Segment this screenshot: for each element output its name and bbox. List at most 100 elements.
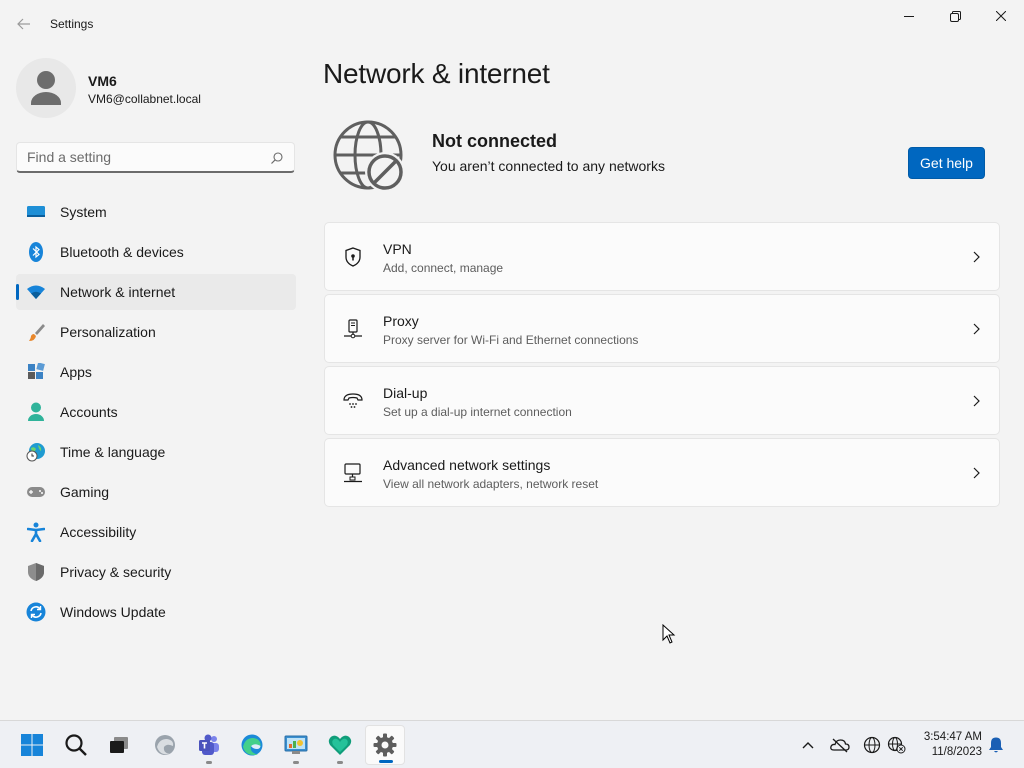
card-proxy[interactable]: Proxy Proxy server for Wi-Fi and Etherne… xyxy=(324,294,1000,363)
running-indicator xyxy=(293,761,299,764)
control-panel-icon xyxy=(284,735,308,754)
sidebar-item-network[interactable]: Network & internet xyxy=(16,274,296,310)
running-indicator xyxy=(337,761,343,764)
language-tray-button[interactable] xyxy=(862,735,882,755)
network-volume-tray-button[interactable] xyxy=(887,735,907,755)
search-icon xyxy=(271,152,283,164)
close-icon xyxy=(996,11,1006,21)
taskbar-app-defender[interactable] xyxy=(320,725,360,765)
show-hidden-icons-button[interactable] xyxy=(798,735,818,755)
settings-cards: VPN Add, connect, manage Proxy Proxy ser… xyxy=(324,222,1000,510)
back-button[interactable] xyxy=(10,12,38,36)
running-indicator xyxy=(206,761,212,764)
globe-disconnected-icon xyxy=(333,120,405,192)
shield-icon xyxy=(26,563,46,581)
minimize-button[interactable] xyxy=(886,0,932,32)
defender-heart-icon xyxy=(328,735,352,755)
taskbar-app-edge[interactable] xyxy=(232,725,272,765)
close-button[interactable] xyxy=(978,0,1024,32)
onedrive-tray-button[interactable] xyxy=(830,735,850,755)
wifi-icon xyxy=(26,283,46,301)
globe-icon xyxy=(863,736,881,754)
sidebar-item-label: Windows Update xyxy=(60,604,166,620)
taskbar-search-button[interactable] xyxy=(56,725,96,765)
user-name: VM6 xyxy=(88,73,117,89)
chevron-up-icon xyxy=(802,742,814,749)
system-clock[interactable]: 3:54:47 AM 11/8/2023 xyxy=(912,730,982,760)
dialup-icon xyxy=(343,391,363,411)
sidebar-item-label: Gaming xyxy=(60,484,110,500)
accessibility-icon xyxy=(26,522,46,542)
user-profile[interactable]: VM6 VM6@collabnet.local xyxy=(16,58,296,118)
start-button[interactable] xyxy=(12,725,52,765)
card-title: Advanced network settings xyxy=(383,457,551,473)
sidebar-item-label: Bluetooth & devices xyxy=(60,244,184,260)
card-description: View all network adapters, network reset xyxy=(383,477,599,491)
sidebar-item-apps[interactable]: Apps xyxy=(16,354,296,390)
globe-clock-icon xyxy=(26,443,46,462)
clock-time: 3:54:47 AM xyxy=(923,731,982,743)
card-description: Proxy server for Wi-Fi and Ethernet conn… xyxy=(383,333,639,347)
teams-icon xyxy=(199,734,219,755)
minimize-icon xyxy=(904,16,914,17)
onedrive-offline-icon xyxy=(830,738,850,753)
sidebar-nav: System Bluetooth & devices Network & int… xyxy=(16,194,296,634)
sidebar-item-accessibility[interactable]: Accessibility xyxy=(16,514,296,550)
taskbar-app-edge-beta[interactable] xyxy=(145,725,185,765)
settings-gear-icon xyxy=(373,733,397,757)
search-icon xyxy=(65,734,87,756)
edge-icon xyxy=(241,734,263,756)
sidebar-item-bluetooth[interactable]: Bluetooth & devices xyxy=(16,234,296,270)
card-advanced-network[interactable]: Advanced network settings View all netwo… xyxy=(324,438,1000,507)
task-view-icon xyxy=(110,737,128,753)
notification-button[interactable] xyxy=(986,735,1006,755)
restore-button[interactable] xyxy=(932,0,978,32)
vpn-shield-icon xyxy=(343,247,363,267)
active-indicator xyxy=(379,760,393,763)
edge-beta-icon xyxy=(155,735,175,755)
taskbar-app-settings[interactable] xyxy=(365,725,405,765)
user-avatar-icon xyxy=(31,71,61,105)
card-vpn[interactable]: VPN Add, connect, manage xyxy=(324,222,1000,291)
taskbar-app-control-panel[interactable] xyxy=(276,725,316,765)
sidebar-item-label: Apps xyxy=(60,364,92,380)
sidebar-item-system[interactable]: System xyxy=(16,194,296,230)
chevron-right-icon xyxy=(973,467,980,479)
avatar xyxy=(16,58,76,118)
back-arrow-icon xyxy=(17,18,30,30)
sidebar-item-label: Time & language xyxy=(60,444,166,460)
taskbar-app-teams[interactable] xyxy=(189,725,229,765)
search-box[interactable] xyxy=(16,142,295,173)
sidebar-item-privacy[interactable]: Privacy & security xyxy=(16,554,296,590)
sidebar-item-accounts[interactable]: Accounts xyxy=(16,394,296,430)
clock-date: 11/8/2023 xyxy=(931,746,982,758)
sidebar-item-windows-update[interactable]: Windows Update xyxy=(16,594,296,630)
card-title: VPN xyxy=(383,241,412,257)
brush-icon xyxy=(26,323,46,341)
card-dial-up[interactable]: Dial-up Set up a dial-up internet connec… xyxy=(324,366,1000,435)
bluetooth-icon xyxy=(26,242,46,262)
taskbar: 3:54:47 AM 11/8/2023 xyxy=(0,720,1024,768)
network-adapter-icon xyxy=(343,463,363,483)
user-email: VM6@collabnet.local xyxy=(88,92,201,106)
connection-status-title: Not connected xyxy=(432,131,558,151)
page-title: Network & internet xyxy=(323,58,550,89)
task-view-button[interactable] xyxy=(99,725,139,765)
sidebar-item-label: Personalization xyxy=(60,324,156,340)
app-title: Settings xyxy=(50,17,94,31)
mouse-cursor-icon xyxy=(662,624,676,644)
sidebar-item-gaming[interactable]: Gaming xyxy=(16,474,296,510)
sidebar-item-label: Privacy & security xyxy=(60,564,172,580)
sidebar-item-time-language[interactable]: Time & language xyxy=(16,434,296,470)
restore-icon xyxy=(949,10,961,22)
connection-status-subtitle: You aren’t connected to any networks xyxy=(432,158,665,174)
sidebar-item-personalization[interactable]: Personalization xyxy=(16,314,296,350)
get-help-button[interactable]: Get help xyxy=(908,147,985,179)
accounts-icon xyxy=(26,402,46,421)
search-input[interactable] xyxy=(27,149,267,165)
chevron-right-icon xyxy=(973,251,980,263)
gamepad-icon xyxy=(26,483,46,501)
sidebar-item-label: Accessibility xyxy=(60,524,137,540)
update-icon xyxy=(26,602,46,622)
system-icon xyxy=(26,203,46,221)
